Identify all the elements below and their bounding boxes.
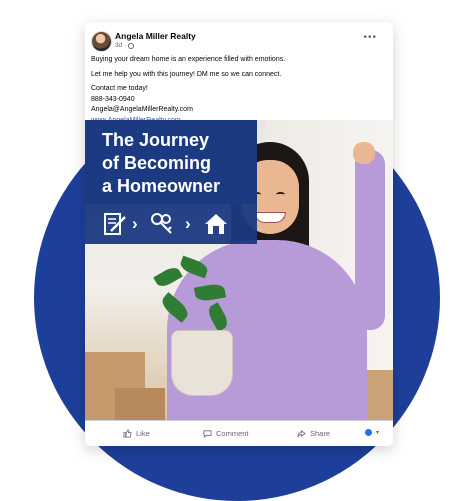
comment-label: Comment — [216, 429, 249, 438]
phone-number: 888-343-0940 — [91, 95, 135, 103]
document-sign-icon — [104, 213, 126, 235]
post-text: Buying your dream home is an experience … — [91, 55, 387, 126]
chevron-right-icon: › — [132, 214, 138, 233]
avatar[interactable] — [91, 31, 112, 52]
keys-icon — [151, 213, 172, 234]
separator-dot: · — [124, 42, 127, 49]
contact-heading: Contact me today! — [91, 85, 148, 92]
plant-pot — [171, 330, 233, 396]
post-header: Angela Miller Realty 3d · ••• — [91, 30, 387, 52]
more-options-icon[interactable]: ••• — [363, 32, 377, 43]
moving-box — [115, 388, 165, 420]
post-action-bar: Like Comment Share ▾ — [85, 420, 393, 446]
post-meta: 3d · — [115, 42, 135, 49]
thumbs-up-icon — [123, 429, 132, 438]
like-button[interactable]: Like — [123, 429, 150, 438]
headline-line: The Journey — [102, 130, 210, 150]
post-time[interactable]: 3d — [115, 42, 122, 49]
comment-icon — [203, 430, 212, 438]
house-icon — [205, 214, 227, 234]
headline-line: a Homeowner — [102, 176, 221, 196]
steps-banner: › › — [85, 204, 257, 244]
chevron-down-icon: ▾ — [376, 430, 380, 436]
email-address: Angela@AngelaMillerRealty.com — [91, 106, 193, 113]
headline-line: of Becoming — [102, 153, 212, 173]
share-label: Share — [310, 429, 331, 438]
hand-holding-keys — [353, 142, 375, 164]
facebook-post-card: Angela Miller Realty 3d · ••• Buying you… — [85, 22, 393, 446]
post-image[interactable]: The Journey of Becoming a Homeowner › › — [85, 120, 393, 420]
author-name[interactable]: Angela Miller Realty — [115, 31, 196, 41]
globe-icon — [128, 42, 135, 49]
eye — [276, 192, 285, 197]
headline-banner: The Journey of Becoming a Homeowner — [85, 120, 257, 204]
post-text-line: Buying your dream home is an experience … — [91, 56, 286, 63]
audience-selector[interactable]: ▾ — [365, 429, 379, 436]
person-arm — [355, 150, 385, 330]
chevron-right-icon: › — [185, 214, 191, 233]
post-text-line: Let me help you with this journey! DM me… — [91, 70, 282, 78]
like-label: Like — [136, 429, 150, 438]
comment-button[interactable]: Comment — [203, 429, 249, 438]
share-icon — [297, 429, 306, 438]
globe-icon — [365, 429, 372, 436]
share-button[interactable]: Share — [297, 429, 330, 438]
